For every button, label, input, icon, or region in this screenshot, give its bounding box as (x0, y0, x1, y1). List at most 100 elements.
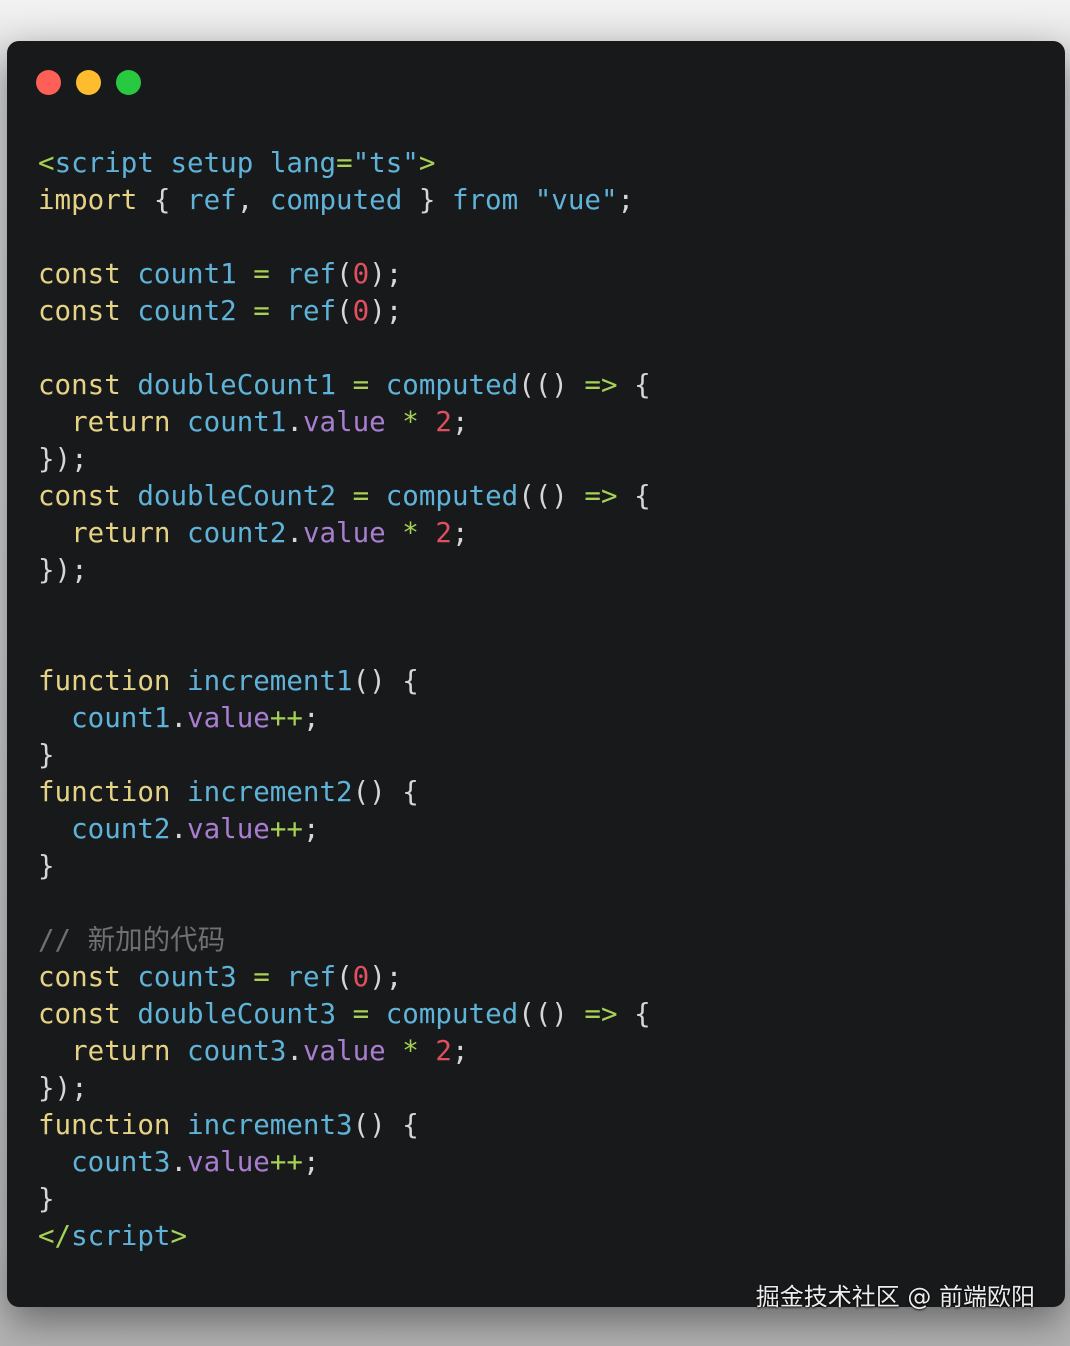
code-token-cmt: // 新加的代码 (38, 924, 226, 956)
code-token-punc: . (286, 1035, 303, 1067)
code-line: return count3.value * 2; (38, 1033, 651, 1070)
code-token-punc (170, 1035, 187, 1067)
code-token-punc: } (38, 1183, 55, 1215)
code-token-kw: return (71, 406, 171, 438)
code-token-kw: const (38, 998, 121, 1030)
code-token-id: lang (269, 147, 337, 179)
code-token-punc (419, 406, 436, 438)
code-line: return count2.value * 2; (38, 515, 651, 552)
code-token-punc (170, 406, 187, 438)
code-token-punc: }); (38, 443, 88, 475)
code-token-op: ++ (269, 1146, 303, 1178)
code-token-punc (38, 702, 71, 734)
code-token-punc (38, 1035, 71, 1067)
code-token-op: ++ (269, 813, 303, 845)
code-token-num: 0 (352, 961, 370, 993)
code-token-punc (369, 369, 386, 401)
code-token-punc: (() (518, 369, 585, 401)
code-line: function increment3() { (38, 1107, 651, 1144)
code-token-punc (121, 258, 138, 290)
code-token-punc: }); (38, 554, 88, 586)
code-token-prop: value (187, 702, 270, 734)
code-token-id: script (71, 1220, 171, 1252)
window-controls (36, 70, 141, 95)
code-token-kw: const (38, 295, 121, 327)
code-token-punc: , (236, 184, 270, 216)
code-line: count1.value++; (38, 700, 651, 737)
code-token-id: script (54, 147, 154, 179)
code-token-num: 0 (352, 258, 370, 290)
code-token-id: count1 (71, 702, 171, 734)
code-token-kw: function (38, 776, 171, 808)
code-token-op: = (352, 369, 370, 401)
code-line: } (38, 1181, 651, 1218)
code-token-punc (170, 776, 187, 808)
code-token-kw: import (38, 184, 138, 216)
code-token-op: => (584, 480, 618, 512)
code-line: } (38, 737, 651, 774)
code-line: }); (38, 1070, 651, 1107)
code-line: } (38, 848, 651, 885)
code-token-id: computed (385, 369, 519, 401)
code-token-prop: value (187, 813, 270, 845)
code-token-punc (154, 147, 171, 179)
code-token-kw: const (38, 480, 121, 512)
code-token-punc (121, 369, 138, 401)
code-token-punc (419, 1035, 436, 1067)
code-token-punc (121, 295, 138, 327)
maximize-button[interactable] (116, 70, 141, 95)
code-token-punc: ( (336, 961, 353, 993)
code-token-tag: < (38, 147, 55, 179)
code-token-op: * (402, 406, 419, 438)
code-token-op: = (253, 258, 270, 290)
code-token-kw: return (71, 517, 171, 549)
code-token-punc: . (286, 517, 303, 549)
code-token-punc (369, 998, 386, 1030)
code-line: <script setup lang="ts"> (38, 145, 651, 182)
code-token-op: = (352, 480, 370, 512)
code-token-punc (419, 517, 436, 549)
code-token-id: count2 (137, 295, 237, 327)
code-token-punc (170, 1109, 187, 1141)
close-button[interactable] (36, 70, 61, 95)
code-line: const doubleCount3 = computed(() => { (38, 996, 651, 1033)
code-token-punc: ; (451, 1035, 469, 1067)
code-token-punc (237, 295, 254, 327)
code-token-punc (170, 517, 187, 549)
code-token-tag: > (418, 147, 436, 179)
code-line: const count2 = ref(0); (38, 293, 651, 330)
code-token-id: computed (385, 480, 519, 512)
code-token-op: * (402, 517, 419, 549)
code-token-punc (336, 369, 353, 401)
code-token-op: => (584, 369, 618, 401)
code-line: function increment2() { (38, 774, 651, 811)
code-token-tag: </ (38, 1220, 72, 1252)
code-line: </script> (38, 1218, 651, 1255)
code-token-num: 2 (435, 1035, 452, 1067)
code-token-punc: () { (352, 1109, 419, 1141)
code-token-str: "ts" (352, 147, 419, 179)
code-token-kw: const (38, 369, 121, 401)
code-token-punc (38, 1146, 71, 1178)
code-token-id: count2 (71, 813, 171, 845)
code-token-punc (270, 961, 287, 993)
code-token-punc: ; (302, 813, 320, 845)
code-token-punc: ; (451, 406, 469, 438)
code-line: ​ (38, 626, 651, 663)
code-token-kw: return (71, 1035, 171, 1067)
code-token-kw: const (38, 961, 121, 993)
code-token-tag: > (170, 1220, 188, 1252)
code-token-op: ++ (269, 702, 303, 734)
code-token-punc: . (286, 406, 303, 438)
code-token-id: count3 (187, 1035, 287, 1067)
code-token-id: ref (187, 184, 237, 216)
code-token-punc (518, 184, 535, 216)
code-window: <script setup lang="ts"> import { ref, co… (7, 41, 1065, 1307)
minimize-button[interactable] (76, 70, 101, 95)
code-token-punc (253, 147, 270, 179)
code-line: const doubleCount2 = computed(() => { (38, 478, 651, 515)
code-token-op: = (336, 147, 353, 179)
code-token-prop: value (302, 517, 386, 549)
code-token-id: computed (385, 998, 519, 1030)
code-token-punc: { (617, 480, 651, 512)
